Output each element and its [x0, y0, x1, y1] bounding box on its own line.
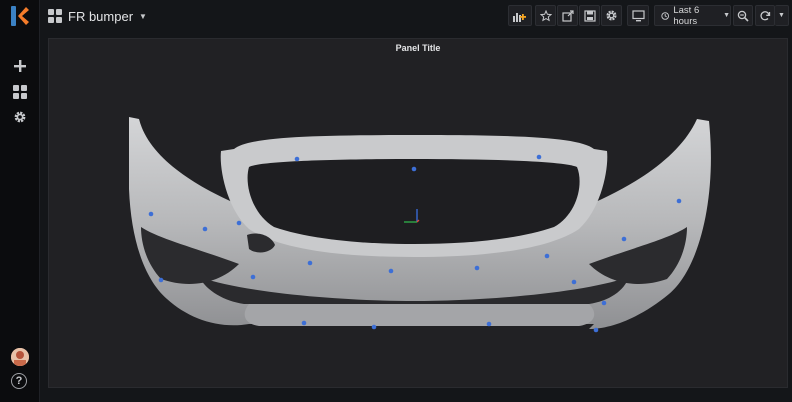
star-button[interactable]: [535, 5, 556, 26]
app-logo[interactable]: [9, 4, 31, 28]
marker-point: [601, 300, 607, 306]
marker-point: [621, 236, 627, 242]
gear-icon[interactable]: [11, 108, 29, 126]
marker-point: [301, 320, 307, 326]
marker-point: [536, 154, 542, 160]
gear-icon: [606, 10, 617, 21]
dashboards-grid-icon: [48, 9, 62, 23]
settings-button[interactable]: [601, 5, 622, 26]
caret-down-icon: ▼: [723, 12, 730, 19]
front-splitter: [244, 304, 595, 326]
marker-point: [148, 211, 154, 217]
marker-point: [371, 324, 377, 330]
star-icon: [539, 9, 552, 21]
marker-point: [202, 226, 208, 232]
dashboard-title: FR bumper: [68, 8, 134, 24]
time-picker-button[interactable]: Last 6 hours ▼: [654, 4, 731, 27]
share-button[interactable]: [557, 5, 578, 26]
marker-point: [250, 274, 256, 280]
refresh-interval-button[interactable]: ▼: [775, 5, 789, 26]
caret-down-icon: ▼: [778, 12, 785, 19]
clock-icon: [661, 11, 669, 20]
avatar[interactable]: [11, 348, 29, 366]
share-icon: [561, 9, 574, 22]
time-range-label: Last 6 hours: [673, 4, 700, 27]
add-panel-icon: [513, 12, 526, 22]
zoom-out-icon: [737, 10, 749, 22]
plus-icon[interactable]: [11, 57, 29, 75]
refresh-button[interactable]: [755, 5, 775, 26]
caret-down-icon: ▼: [139, 11, 147, 21]
marker-point: [307, 260, 313, 266]
marker-point: [676, 198, 682, 204]
marker-point: [411, 166, 417, 172]
tv-mode-button[interactable]: [627, 5, 649, 26]
marker-point: [486, 321, 492, 327]
marker-point: [571, 279, 577, 285]
panel-title[interactable]: Panel Title: [49, 43, 787, 53]
panel[interactable]: Panel Title: [48, 38, 788, 388]
navbar: FR bumper ▼ Last 6 hours ▼ ▼: [40, 0, 792, 32]
marker-point: [474, 265, 480, 271]
marker-point: [294, 156, 300, 162]
save-button[interactable]: [579, 5, 600, 26]
marker-point: [388, 268, 394, 274]
dashboards-grid-icon[interactable]: [11, 83, 29, 101]
refresh-icon: [760, 10, 771, 20]
add-panel-button[interactable]: [508, 5, 532, 26]
marker-point: [236, 220, 242, 226]
monitor-icon: [631, 9, 645, 21]
grille-opening: [247, 159, 580, 244]
sidemenu: ?: [0, 0, 40, 402]
save-icon: [583, 9, 596, 22]
marker-point: [544, 253, 550, 259]
help-icon[interactable]: ?: [11, 373, 27, 389]
marker-point: [158, 277, 164, 283]
zoom-out-button[interactable]: [733, 5, 753, 26]
marker-point: [593, 327, 599, 333]
bumper-3d-view[interactable]: [49, 39, 789, 389]
dashboard-picker[interactable]: FR bumper ▼: [48, 7, 147, 25]
